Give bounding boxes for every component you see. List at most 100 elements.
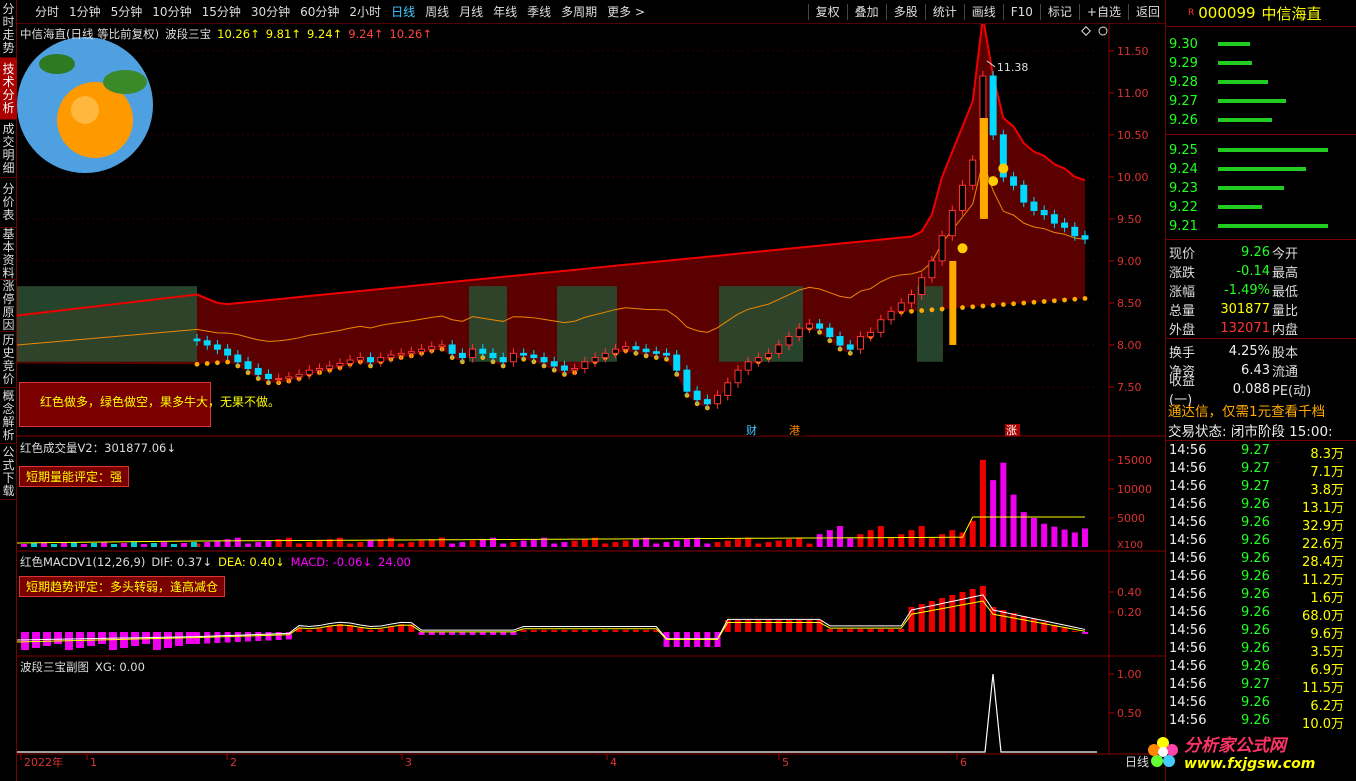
left-nav-item[interactable]: 技术分析 [0,58,17,120]
left-nav-item[interactable]: 分时走势 [0,0,17,58]
quote-field-value: 6.43 [1241,362,1270,378]
candle-body [959,184,967,211]
divider [1127,3,1129,20]
breakout-bar [949,260,957,345]
left-nav-item[interactable]: 成交明细 [0,120,17,178]
support-dot [939,306,945,312]
stock-code[interactable]: 000099 [1198,4,1255,22]
candle-body [418,348,426,353]
tick-price: 9.26 [1241,569,1270,584]
macd-bar [520,630,527,632]
ask-price: 9.28 [1169,74,1198,90]
divider [846,3,848,20]
period-tab[interactable]: 15分钟 [197,3,246,20]
left-nav-item[interactable]: 历史竞价 [0,332,17,388]
left-nav-item[interactable]: 分价表 [0,178,17,228]
toolbar-button[interactable]: 画线 [967,3,1001,20]
promo-link[interactable]: 通达信，仅需1元查看千档 [1166,401,1356,420]
period-tab[interactable]: 季线 [522,3,556,20]
period-tab[interactable]: 多周期 [556,3,602,20]
candle-body [846,344,854,350]
toolbar-button[interactable]: 复权 [811,3,845,20]
left-nav-label: 涨停原因 [2,278,15,332]
tick-time: 14:56 [1169,443,1207,458]
macd-bar [459,632,466,635]
period-tab[interactable]: 月线 [454,3,488,20]
macd-bar [969,589,976,632]
event-marker[interactable]: 财 [746,423,757,437]
orange-highlight [71,96,99,124]
tick-price: 9.26 [1241,605,1270,620]
period-tab[interactable]: 5分钟 [106,3,148,20]
toolbar-button[interactable]: 多股 [889,3,923,20]
x-tick-label: 1 [90,756,97,769]
volume-bar [622,540,629,547]
macd-bar [765,620,772,632]
y-tick-label: 7.50 [1117,381,1142,394]
tick-volume: 3.5万 [1310,645,1344,660]
period-tab[interactable]: 更多 > [602,3,650,20]
left-nav-label: 公式下载 [2,444,15,498]
volume-bar [469,540,476,547]
quote-field-label-right: 股本 [1272,345,1299,361]
period-tab[interactable]: 周线 [420,3,454,20]
y-tick-label: 9.00 [1117,255,1142,268]
diamond-icon[interactable] [1081,26,1091,36]
tick-row: 14:56 9.27 3.8万 [1166,479,1356,498]
macd-dea: DEA: 0.40↓ [218,555,285,569]
tick-volume: 7.1万 [1310,465,1344,480]
macd-bar [837,629,844,632]
divider [1166,26,1356,27]
macd-bar [164,632,172,648]
support-dot [980,303,986,309]
toolbar-button[interactable]: F10 [1006,5,1038,19]
candle-body [611,348,619,354]
macd-bar [500,632,507,635]
period-tab[interactable]: 2小时 [344,3,386,20]
tick-row: 14:56 9.26 11.2万 [1166,569,1356,588]
period-tab[interactable]: 30分钟 [246,3,295,20]
support-dot [1011,301,1016,307]
macd-bar [877,629,884,632]
bear-zone [917,286,943,362]
candle-body [336,362,344,367]
volume-bar [1041,523,1048,547]
macd-bar [602,630,609,632]
tick-time: 14:56 [1169,569,1207,584]
period-tab[interactable]: 分时 [30,3,64,20]
candle-body [264,373,272,380]
circle-icon[interactable] [1098,26,1108,36]
quote-field: 现价 9.26 今开 [1166,243,1356,262]
tick-row: 14:56 9.26 6.9万 [1166,659,1356,678]
candle-body [673,354,681,371]
period-tab[interactable]: 日线 [386,3,420,20]
left-nav-item[interactable]: 基本资料 [0,227,17,280]
volume-bar [786,539,792,547]
left-nav-item[interactable]: 概念解析 [0,388,17,444]
period-tab[interactable]: 1分钟 [64,3,106,20]
candle-body [581,361,589,369]
period-tab[interactable]: 年线 [488,3,522,20]
left-nav-item[interactable]: 公式下载 [0,444,17,500]
volume-bar [551,543,558,547]
high-label: 11.38 [997,61,1029,74]
macd-bar [490,632,496,635]
tick-volume: 11.2万 [1302,573,1344,588]
left-nav-item[interactable]: 涨停原因 [0,278,17,332]
toolbar-button[interactable]: 标记 [1043,3,1077,20]
macd-bar [867,629,874,632]
period-tab[interactable]: 60分钟 [295,3,344,20]
toolbar-button[interactable]: 返回 [1131,3,1165,20]
tick-time: 14:56 [1169,641,1207,656]
event-marker[interactable]: 涨 [1006,424,1017,437]
macd-bar [306,630,313,632]
toolbar-button[interactable]: +自选 [1082,3,1126,20]
event-marker[interactable]: 港 [789,424,800,437]
candle-body [387,354,395,359]
period-tab[interactable]: 10分钟 [147,3,196,20]
toolbar-button[interactable]: 统计 [928,3,962,20]
y-tick-label: 0.20 [1117,606,1142,619]
toolbar-button[interactable]: 叠加 [850,3,884,20]
macd-bar [54,632,62,644]
stock-name[interactable]: 中信海直 [1262,3,1322,24]
